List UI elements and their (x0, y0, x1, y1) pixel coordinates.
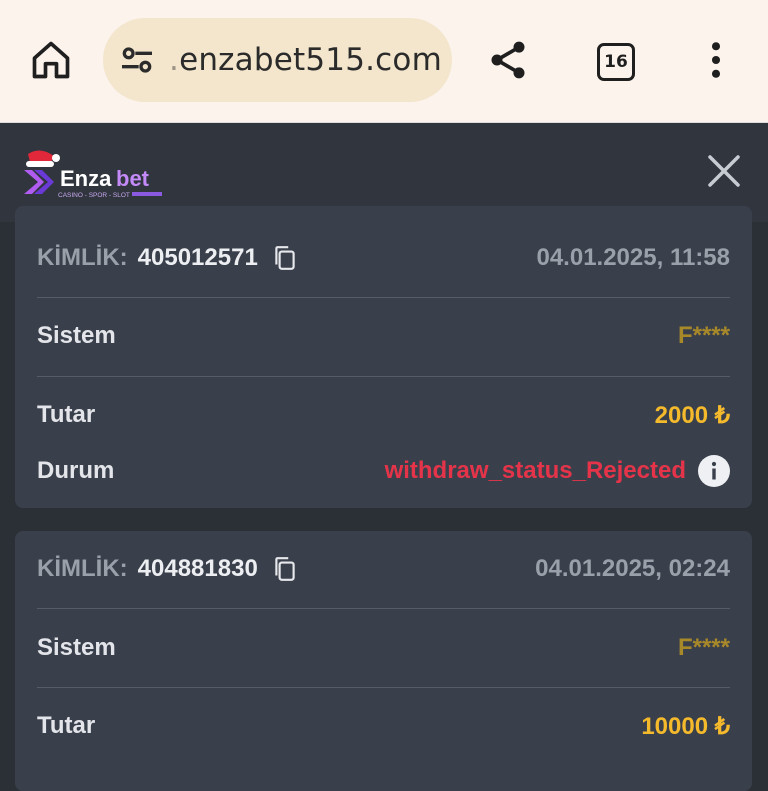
transaction-card: KİMLİK: 404881830 04.01.2025, 02:24 Sist… (15, 531, 752, 791)
system-value: F**** (677, 634, 730, 661)
transaction-datetime: 04.01.2025, 02:24 (535, 555, 730, 582)
transaction-card: KİMLİK: 405012571 04.01.2025, 11:58 Sist… (15, 206, 752, 508)
id-label: KİMLİK: (37, 244, 128, 271)
amount-row: Tutar 2000 ₺ (37, 395, 730, 435)
logo-text-post: bet (116, 166, 150, 191)
copy-icon[interactable] (272, 555, 298, 583)
amount-label: Tutar (37, 401, 96, 428)
divider (37, 687, 730, 688)
status-label: Durum (37, 457, 115, 484)
amount-value: 10000 ₺ (641, 712, 730, 740)
system-row: Sistem F**** (37, 316, 730, 356)
transaction-datetime: 04.01.2025, 11:58 (536, 244, 730, 271)
transaction-id-row: KİMLİK: 405012571 04.01.2025, 11:58 (37, 238, 730, 278)
logo-text-pre: Enza (60, 166, 112, 191)
copy-icon[interactable] (272, 244, 298, 272)
close-icon[interactable] (704, 151, 744, 191)
transaction-id-row: KİMLİK: 404881830 04.01.2025, 02:24 (37, 549, 730, 589)
id-label: KİMLİK: (37, 555, 128, 582)
home-icon[interactable] (27, 36, 75, 84)
more-menu-icon[interactable] (692, 36, 740, 84)
system-row: Sistem F**** (37, 628, 730, 668)
url-prefix: . (169, 42, 180, 78)
amount-label: Tutar (37, 712, 96, 739)
transaction-id: 404881830 (137, 555, 258, 582)
url-domain: enzabet515.com (179, 42, 442, 78)
tab-switcher-button[interactable]: 16 (597, 43, 635, 81)
info-icon[interactable] (698, 455, 730, 487)
share-icon[interactable] (484, 36, 532, 84)
system-label: Sistem (37, 634, 116, 661)
enzabet-logo[interactable]: Enza bet CASINO - SPOR - SLOT (20, 148, 180, 208)
address-bar[interactable]: .enzabet515.com (103, 18, 452, 102)
url-text[interactable]: .enzabet515.com (169, 40, 442, 80)
logo-tagline: CASINO - SPOR - SLOT (58, 192, 130, 199)
system-label: Sistem (37, 322, 116, 349)
amount-row: Tutar 10000 ₺ (37, 706, 730, 746)
divider (37, 376, 730, 377)
browser-toolbar: .enzabet515.com 16 (0, 0, 768, 123)
divider (37, 608, 730, 609)
status-value: withdraw_status_Rejected (384, 457, 686, 484)
amount-value: 2000 ₺ (654, 401, 730, 429)
transaction-id: 405012571 (137, 244, 258, 271)
site-settings-icon[interactable] (117, 40, 157, 80)
status-row: Durum withdraw_status_Rejected (37, 451, 730, 491)
divider (37, 297, 730, 298)
system-value: F**** (677, 322, 730, 349)
